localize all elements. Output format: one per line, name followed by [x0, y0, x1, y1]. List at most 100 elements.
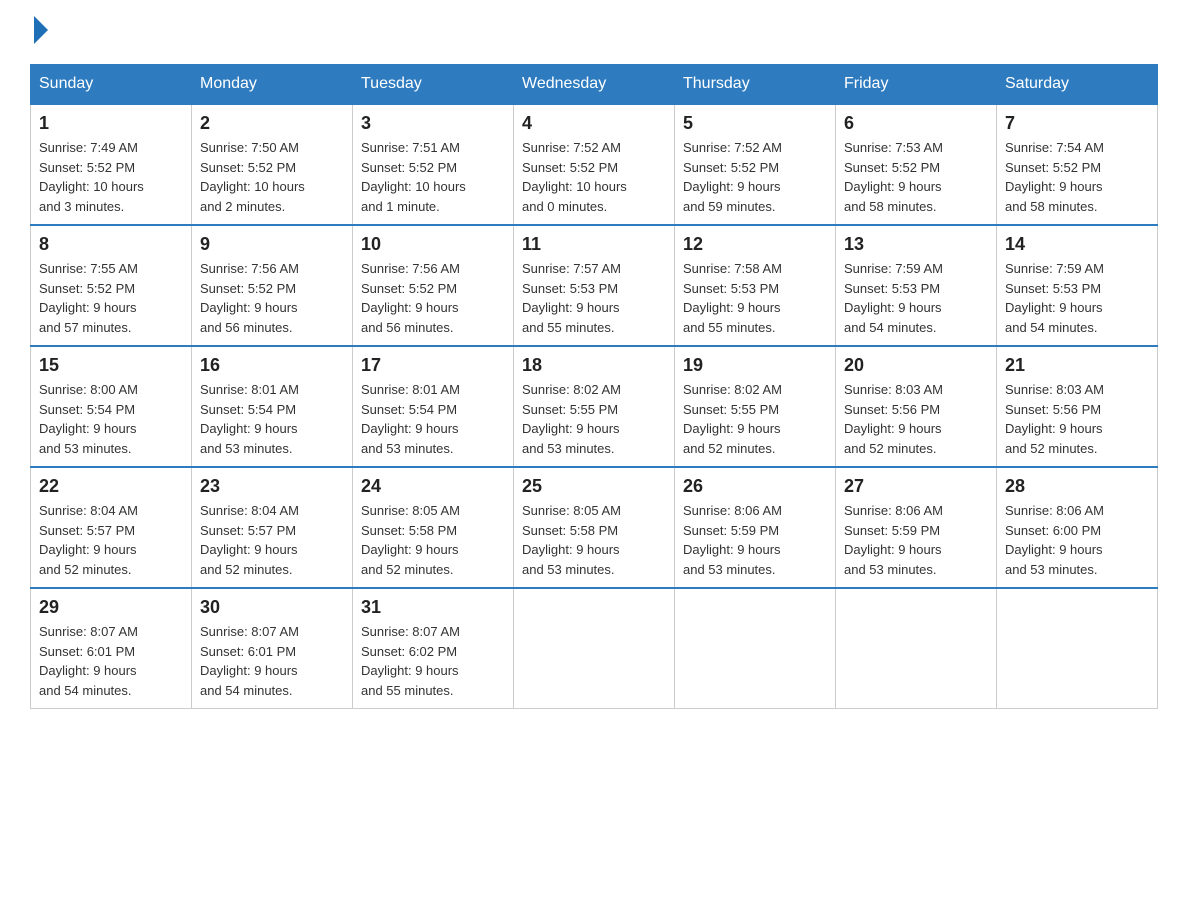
weekday-tuesday: Tuesday [353, 65, 514, 105]
day-number: 22 [39, 476, 183, 497]
day-number: 31 [361, 597, 505, 618]
day-number: 14 [1005, 234, 1149, 255]
day-info: Sunrise: 7:56 AM Sunset: 5:52 PM Dayligh… [200, 259, 344, 337]
day-info: Sunrise: 7:49 AM Sunset: 5:52 PM Dayligh… [39, 138, 183, 216]
calendar-cell: 21 Sunrise: 8:03 AM Sunset: 5:56 PM Dayl… [997, 346, 1158, 467]
day-info: Sunrise: 7:52 AM Sunset: 5:52 PM Dayligh… [683, 138, 827, 216]
day-number: 6 [844, 113, 988, 134]
page-header [30, 20, 1158, 44]
weekday-friday: Friday [836, 65, 997, 105]
day-number: 1 [39, 113, 183, 134]
day-number: 29 [39, 597, 183, 618]
calendar-cell: 26 Sunrise: 8:06 AM Sunset: 5:59 PM Dayl… [675, 467, 836, 588]
day-info: Sunrise: 8:03 AM Sunset: 5:56 PM Dayligh… [844, 380, 988, 458]
calendar-cell: 31 Sunrise: 8:07 AM Sunset: 6:02 PM Dayl… [353, 588, 514, 709]
calendar-cell: 5 Sunrise: 7:52 AM Sunset: 5:52 PM Dayli… [675, 104, 836, 225]
day-number: 17 [361, 355, 505, 376]
day-info: Sunrise: 8:02 AM Sunset: 5:55 PM Dayligh… [522, 380, 666, 458]
calendar-cell: 4 Sunrise: 7:52 AM Sunset: 5:52 PM Dayli… [514, 104, 675, 225]
day-number: 24 [361, 476, 505, 497]
calendar-cell: 11 Sunrise: 7:57 AM Sunset: 5:53 PM Dayl… [514, 225, 675, 346]
weekday-wednesday: Wednesday [514, 65, 675, 105]
day-info: Sunrise: 7:52 AM Sunset: 5:52 PM Dayligh… [522, 138, 666, 216]
day-number: 27 [844, 476, 988, 497]
calendar-cell: 30 Sunrise: 8:07 AM Sunset: 6:01 PM Dayl… [192, 588, 353, 709]
calendar-cell: 16 Sunrise: 8:01 AM Sunset: 5:54 PM Dayl… [192, 346, 353, 467]
day-info: Sunrise: 8:03 AM Sunset: 5:56 PM Dayligh… [1005, 380, 1149, 458]
day-info: Sunrise: 7:59 AM Sunset: 5:53 PM Dayligh… [1005, 259, 1149, 337]
calendar-cell: 27 Sunrise: 8:06 AM Sunset: 5:59 PM Dayl… [836, 467, 997, 588]
week-row-4: 22 Sunrise: 8:04 AM Sunset: 5:57 PM Dayl… [31, 467, 1158, 588]
day-info: Sunrise: 8:05 AM Sunset: 5:58 PM Dayligh… [522, 501, 666, 579]
calendar-cell: 13 Sunrise: 7:59 AM Sunset: 5:53 PM Dayl… [836, 225, 997, 346]
calendar-cell: 12 Sunrise: 7:58 AM Sunset: 5:53 PM Dayl… [675, 225, 836, 346]
calendar-header: SundayMondayTuesdayWednesdayThursdayFrid… [31, 65, 1158, 105]
calendar-cell: 9 Sunrise: 7:56 AM Sunset: 5:52 PM Dayli… [192, 225, 353, 346]
day-info: Sunrise: 8:07 AM Sunset: 6:02 PM Dayligh… [361, 622, 505, 700]
day-info: Sunrise: 7:53 AM Sunset: 5:52 PM Dayligh… [844, 138, 988, 216]
day-number: 4 [522, 113, 666, 134]
day-number: 13 [844, 234, 988, 255]
week-row-3: 15 Sunrise: 8:00 AM Sunset: 5:54 PM Dayl… [31, 346, 1158, 467]
day-info: Sunrise: 7:55 AM Sunset: 5:52 PM Dayligh… [39, 259, 183, 337]
weekday-saturday: Saturday [997, 65, 1158, 105]
day-number: 12 [683, 234, 827, 255]
day-number: 23 [200, 476, 344, 497]
calendar-cell: 28 Sunrise: 8:06 AM Sunset: 6:00 PM Dayl… [997, 467, 1158, 588]
day-info: Sunrise: 7:51 AM Sunset: 5:52 PM Dayligh… [361, 138, 505, 216]
day-info: Sunrise: 7:59 AM Sunset: 5:53 PM Dayligh… [844, 259, 988, 337]
day-number: 2 [200, 113, 344, 134]
weekday-monday: Monday [192, 65, 353, 105]
calendar-cell: 8 Sunrise: 7:55 AM Sunset: 5:52 PM Dayli… [31, 225, 192, 346]
calendar-cell [514, 588, 675, 709]
day-number: 8 [39, 234, 183, 255]
day-number: 9 [200, 234, 344, 255]
day-number: 26 [683, 476, 827, 497]
calendar-cell: 7 Sunrise: 7:54 AM Sunset: 5:52 PM Dayli… [997, 104, 1158, 225]
calendar-cell [997, 588, 1158, 709]
weekday-row: SundayMondayTuesdayWednesdayThursdayFrid… [31, 65, 1158, 105]
calendar-cell: 6 Sunrise: 7:53 AM Sunset: 5:52 PM Dayli… [836, 104, 997, 225]
day-info: Sunrise: 7:58 AM Sunset: 5:53 PM Dayligh… [683, 259, 827, 337]
calendar-cell [836, 588, 997, 709]
day-info: Sunrise: 7:56 AM Sunset: 5:52 PM Dayligh… [361, 259, 505, 337]
day-info: Sunrise: 8:00 AM Sunset: 5:54 PM Dayligh… [39, 380, 183, 458]
calendar-cell: 10 Sunrise: 7:56 AM Sunset: 5:52 PM Dayl… [353, 225, 514, 346]
calendar-cell: 25 Sunrise: 8:05 AM Sunset: 5:58 PM Dayl… [514, 467, 675, 588]
weekday-sunday: Sunday [31, 65, 192, 105]
day-number: 30 [200, 597, 344, 618]
day-number: 7 [1005, 113, 1149, 134]
calendar-cell: 19 Sunrise: 8:02 AM Sunset: 5:55 PM Dayl… [675, 346, 836, 467]
day-number: 21 [1005, 355, 1149, 376]
day-info: Sunrise: 8:01 AM Sunset: 5:54 PM Dayligh… [200, 380, 344, 458]
calendar-cell: 14 Sunrise: 7:59 AM Sunset: 5:53 PM Dayl… [997, 225, 1158, 346]
day-info: Sunrise: 8:01 AM Sunset: 5:54 PM Dayligh… [361, 380, 505, 458]
calendar-body: 1 Sunrise: 7:49 AM Sunset: 5:52 PM Dayli… [31, 104, 1158, 709]
day-number: 11 [522, 234, 666, 255]
day-info: Sunrise: 8:04 AM Sunset: 5:57 PM Dayligh… [200, 501, 344, 579]
calendar-cell: 3 Sunrise: 7:51 AM Sunset: 5:52 PM Dayli… [353, 104, 514, 225]
day-info: Sunrise: 7:50 AM Sunset: 5:52 PM Dayligh… [200, 138, 344, 216]
day-number: 20 [844, 355, 988, 376]
day-number: 10 [361, 234, 505, 255]
day-info: Sunrise: 8:06 AM Sunset: 5:59 PM Dayligh… [844, 501, 988, 579]
day-info: Sunrise: 8:06 AM Sunset: 5:59 PM Dayligh… [683, 501, 827, 579]
calendar-cell: 24 Sunrise: 8:05 AM Sunset: 5:58 PM Dayl… [353, 467, 514, 588]
calendar-table: SundayMondayTuesdayWednesdayThursdayFrid… [30, 64, 1158, 709]
calendar-cell: 1 Sunrise: 7:49 AM Sunset: 5:52 PM Dayli… [31, 104, 192, 225]
weekday-thursday: Thursday [675, 65, 836, 105]
day-number: 18 [522, 355, 666, 376]
day-number: 28 [1005, 476, 1149, 497]
logo-arrow-icon [34, 16, 48, 44]
calendar-cell: 22 Sunrise: 8:04 AM Sunset: 5:57 PM Dayl… [31, 467, 192, 588]
calendar-cell: 17 Sunrise: 8:01 AM Sunset: 5:54 PM Dayl… [353, 346, 514, 467]
calendar-cell: 23 Sunrise: 8:04 AM Sunset: 5:57 PM Dayl… [192, 467, 353, 588]
calendar-cell: 18 Sunrise: 8:02 AM Sunset: 5:55 PM Dayl… [514, 346, 675, 467]
day-number: 15 [39, 355, 183, 376]
day-number: 19 [683, 355, 827, 376]
calendar-cell [675, 588, 836, 709]
day-info: Sunrise: 8:02 AM Sunset: 5:55 PM Dayligh… [683, 380, 827, 458]
calendar-cell: 2 Sunrise: 7:50 AM Sunset: 5:52 PM Dayli… [192, 104, 353, 225]
calendar-cell: 15 Sunrise: 8:00 AM Sunset: 5:54 PM Dayl… [31, 346, 192, 467]
day-info: Sunrise: 8:06 AM Sunset: 6:00 PM Dayligh… [1005, 501, 1149, 579]
